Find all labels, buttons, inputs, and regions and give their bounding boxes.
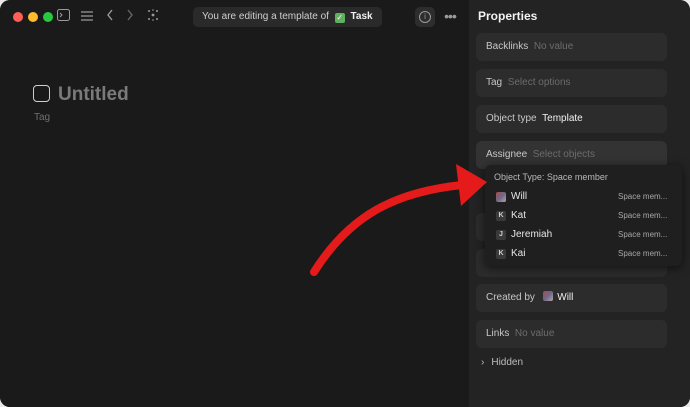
annotation-arrow-icon (310, 164, 487, 276)
app-window: You are editing a template of ✓ Task i •… (0, 0, 690, 407)
